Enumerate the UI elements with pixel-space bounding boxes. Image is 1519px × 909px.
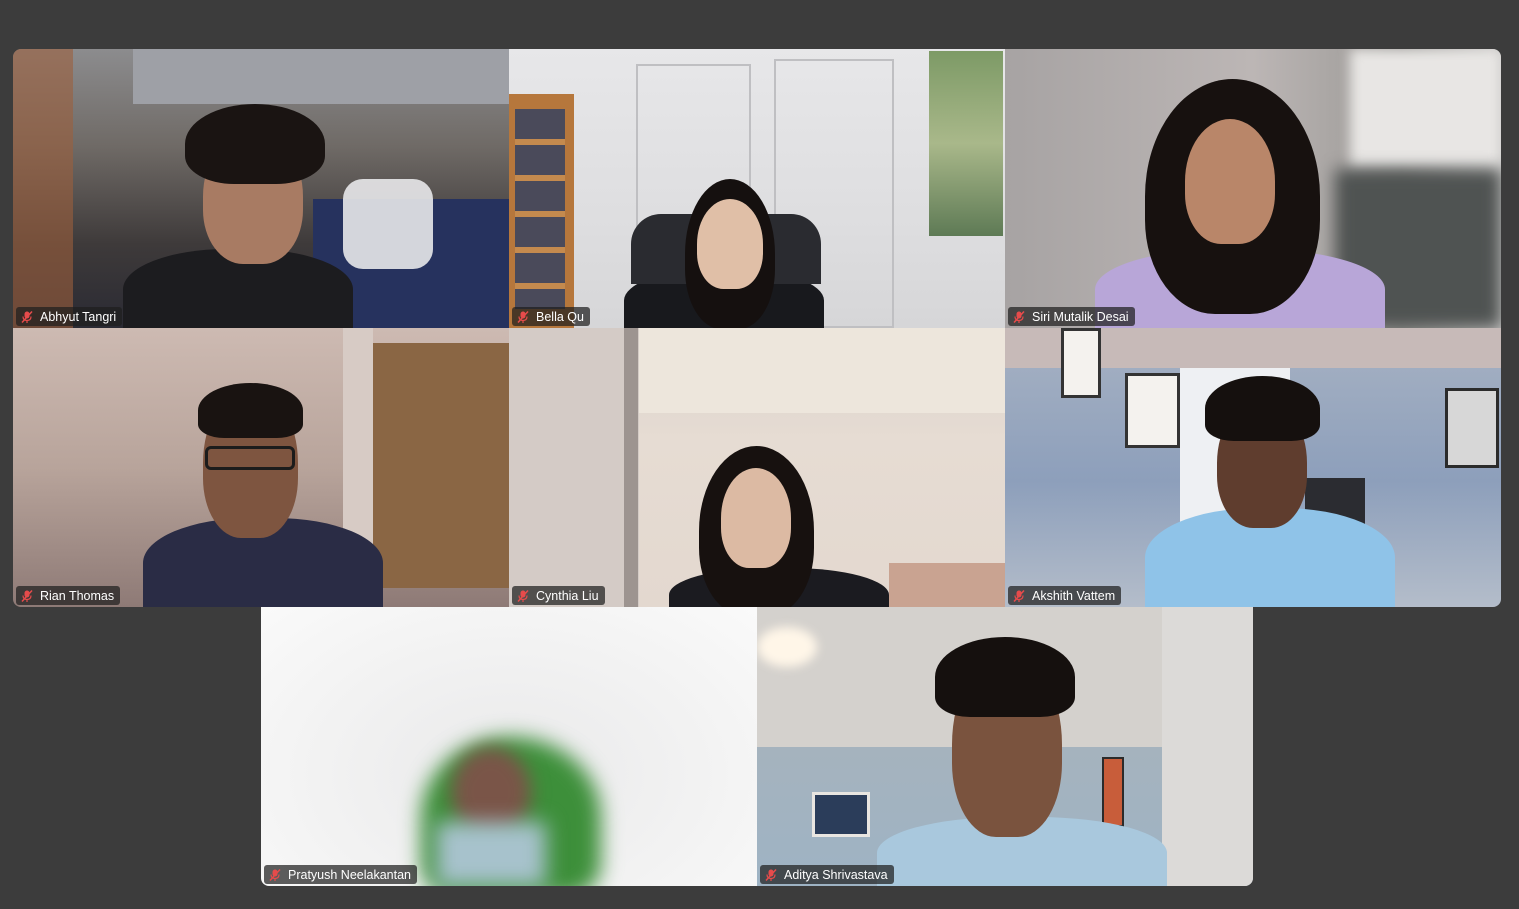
mic-muted-icon [21, 589, 33, 602]
participant-name: Aditya Shrivastava [784, 867, 888, 882]
door-edge [624, 328, 638, 607]
glasses [205, 446, 295, 470]
name-tag: Siri Mutalik Desai [1008, 307, 1135, 326]
person-hair [198, 383, 303, 438]
name-tag: Cynthia Liu [512, 586, 605, 605]
person-face [697, 199, 763, 289]
bed [889, 563, 1005, 607]
participant-name: Cynthia Liu [536, 588, 599, 603]
participant-name: Abhyut Tangri [40, 309, 117, 324]
participant-name: Rian Thomas [40, 588, 115, 603]
name-tag: Akshith Vattem [1008, 586, 1122, 605]
mic-muted-icon [517, 310, 529, 323]
bunk-bed [133, 49, 509, 104]
video-feed [509, 328, 1005, 607]
video-feed [757, 607, 1253, 886]
participant-tile[interactable]: Aditya Shrivastava [757, 607, 1253, 886]
mic-muted-icon [517, 589, 529, 602]
participant-tile-active[interactable]: Bella Qu [509, 49, 1005, 328]
participant-name: Pratyush Neelakantan [288, 867, 411, 882]
name-tag: Bella Qu [512, 307, 590, 326]
window-light [1350, 49, 1501, 169]
frame-picture [1102, 757, 1124, 827]
participant-name: Bella Qu [536, 309, 584, 324]
person-face [721, 468, 791, 568]
person-face [1185, 119, 1275, 244]
participant-name: Siri Mutalik Desai [1032, 309, 1129, 324]
participant-tile[interactable]: Akshith Vattem [1005, 328, 1501, 607]
corkboard [373, 343, 509, 588]
participant-name: Akshith Vattem [1032, 588, 1116, 603]
mic-muted-icon [269, 868, 281, 881]
frame-picture [812, 792, 870, 837]
video-feed [1005, 328, 1501, 607]
video-feed [1005, 49, 1501, 328]
ceiling [639, 328, 1005, 413]
clothes [343, 179, 433, 269]
participant-tile[interactable]: Pratyush Neelakantan [261, 607, 757, 886]
participant-tile[interactable]: Cynthia Liu [509, 328, 1005, 607]
video-feed [13, 328, 509, 607]
wood-frame [13, 49, 73, 328]
participant-tile[interactable]: Abhyut Tangri [13, 49, 509, 328]
mic-muted-icon [1013, 589, 1025, 602]
mic-muted-icon [1013, 310, 1025, 323]
video-feed [509, 49, 1005, 328]
gallery-view: Abhyut Tangri Bella Qu Siri Mutalik Desa… [0, 0, 1519, 909]
wall-map [929, 51, 1003, 236]
name-tag: Pratyush Neelakantan [264, 865, 417, 884]
video-feed [261, 607, 757, 886]
name-tag: Abhyut Tangri [16, 307, 123, 326]
door [1162, 607, 1253, 886]
mic-muted-icon [765, 868, 777, 881]
person-body [436, 822, 546, 886]
video-feed [13, 49, 509, 328]
ceiling-light [757, 627, 817, 667]
mic-muted-icon [21, 310, 33, 323]
participant-tile[interactable]: Siri Mutalik Desai [1005, 49, 1501, 328]
frame-picture [1445, 388, 1499, 468]
closet-door [509, 328, 639, 607]
name-tag: Aditya Shrivastava [760, 865, 894, 884]
participant-tile[interactable]: Rian Thomas [13, 328, 509, 607]
person-hair [935, 637, 1075, 717]
name-tag: Rian Thomas [16, 586, 121, 605]
person-hair [185, 104, 325, 184]
frame-certificate [1125, 373, 1180, 448]
person-hair [1205, 376, 1320, 441]
books [515, 109, 565, 309]
frame-certificate [1061, 328, 1101, 398]
